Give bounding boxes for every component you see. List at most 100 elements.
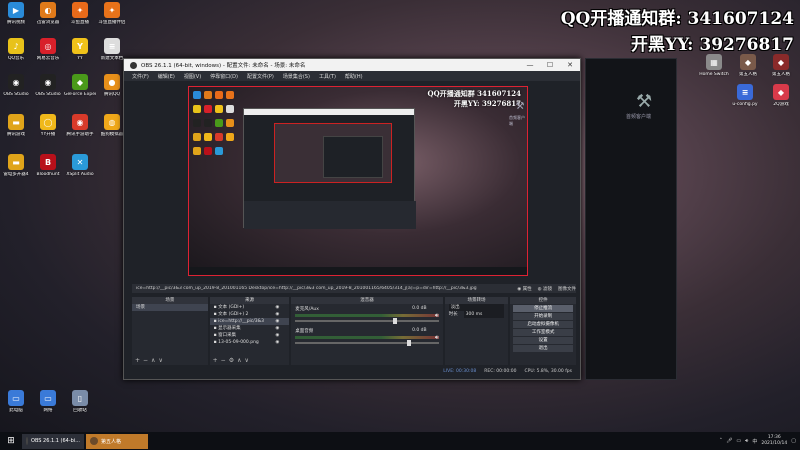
desktop-icon-label: XSplit Audio [66, 172, 94, 177]
desktop-icon[interactable]: ◆ 第五人格 [765, 54, 797, 77]
menu-item[interactable]: 场景集合(S) [283, 73, 310, 80]
desktop-icon-label: OBS Studio [35, 92, 61, 97]
menu-item[interactable]: 视图(V) [184, 73, 201, 80]
desktop-icon[interactable]: B Bloodhunt [32, 154, 64, 177]
obs-preview[interactable]: QQ开播通知群 341607124 开黑YY: 39276817 ⚒ 首频客户端 [188, 86, 528, 276]
speaker-icon[interactable]: 🔊︎ [435, 334, 439, 342]
eye-icon[interactable]: ◉ [275, 311, 279, 318]
background-client-window[interactable]: ⚒ 首频客户端 [585, 58, 677, 380]
preview-desktop-icon [193, 91, 201, 99]
chevron-up-icon[interactable]: ˄ [720, 438, 723, 444]
source-item[interactable]: ▪ 文本 (GDI+) ◉ [210, 304, 290, 311]
preview-desktop-icon [226, 119, 234, 127]
eye-icon[interactable]: ◉ [275, 304, 279, 311]
microphone-icon[interactable]: 🎤︎ [726, 438, 732, 444]
speaker-icon[interactable]: 🔊︎ [435, 312, 439, 320]
desktop-icon[interactable]: ◉ OBS Studio [0, 74, 32, 97]
eye-icon[interactable]: ◉ [275, 325, 279, 332]
network-icon[interactable]: ▭ [736, 438, 741, 444]
desktop-icon[interactable]: ◉ 腾讯手游助手 [64, 114, 96, 137]
windows-start-icon[interactable]: ⊞ [0, 432, 22, 450]
desktop-icon[interactable]: ▬ 雷电多开器4 [0, 154, 32, 177]
desktop-icon-label: 斗鱼直播 [71, 20, 89, 25]
control-button[interactable]: 设置 [513, 337, 574, 344]
desktop-icon[interactable]: ▭ 此电脑 [0, 390, 32, 413]
source-item[interactable]: ▪ 13-05-09-000.png ◉ [210, 339, 290, 346]
mixer-title: 混音器 [291, 297, 443, 304]
desktop-icon[interactable]: ◉ OBS Studio [32, 74, 64, 97]
image-file-label: 图像文件 [558, 286, 576, 292]
source-item[interactable]: ▪ ice=http://__pic/3&3 ◉ [209, 318, 290, 325]
menu-item[interactable]: 工具(T) [319, 73, 336, 80]
control-button[interactable]: 启动虚拟摄像机 [513, 321, 574, 328]
desktop-icon[interactable]: ▶ 腾讯视频 [0, 2, 32, 25]
eye-icon[interactable]: ◉ [275, 332, 279, 339]
menu-item[interactable]: 帮助(H) [345, 73, 363, 80]
volume-icon[interactable]: 🔊︎ [745, 438, 748, 444]
maximize-icon[interactable]: ☐ [540, 61, 560, 69]
control-button[interactable]: 停止推流 [513, 305, 574, 312]
ime-icon[interactable]: 中 [752, 438, 757, 445]
desktop-icon[interactable]: ▬ 腾讯游戏 [0, 114, 32, 137]
volume-slider[interactable] [295, 340, 439, 346]
source-item[interactable]: ▪ 显示器采集 ◉ [210, 325, 290, 332]
obs-window-title: OBS 26.1.1 (64-bit, windows) - 配置文件: 未命名… [141, 63, 306, 69]
properties-button[interactable]: ◉ 属性 [517, 286, 531, 292]
menu-item[interactable]: 文件(F) [132, 73, 149, 80]
volume-knob[interactable] [392, 318, 397, 324]
menu-item[interactable]: 配置文件(P) [247, 73, 274, 80]
source-label: ice=http://__pic/3&3 [218, 319, 265, 324]
desktop-icon[interactable]: ▯ 回收站 [64, 390, 96, 413]
mixer-db: 0.0 dB [412, 328, 427, 333]
scenes-controls[interactable]: +−∧∨ [135, 357, 166, 364]
control-button[interactable]: 工作室模式 [513, 329, 574, 336]
folder-icon: ▬ [8, 114, 24, 130]
desktop-icon[interactable]: ▭ 网络 [32, 390, 64, 413]
scenes-title: 场景 [132, 297, 208, 304]
volume-slider[interactable] [295, 318, 439, 324]
scene-item[interactable]: 场景 [132, 304, 208, 311]
minimize-icon[interactable]: — [520, 61, 540, 69]
source-item[interactable]: ▪ 窗口采集 ◉ [210, 332, 290, 339]
menu-item[interactable]: 编辑(E) [158, 73, 175, 80]
desktop-icon[interactable]: ▦ Home Switch [698, 54, 730, 77]
obs-statusbar: LIVE: 00:30:08 REC: 00:00:00 CPU: 5.8%, … [132, 367, 576, 376]
eye-icon[interactable]: ◉ [275, 318, 279, 325]
desktop-icon[interactable]: ◐ 迅雷浏览器 [32, 2, 64, 25]
preview-desktop-icon [215, 105, 223, 113]
desktop-icon[interactable]: Y YY [64, 38, 96, 61]
volume-knob[interactable] [407, 340, 412, 346]
control-button[interactable]: 开始录制 [513, 313, 574, 320]
source-item[interactable]: ▪ 文本 (GDI+) 2 ◉ [210, 311, 290, 318]
control-button[interactable]: 退出 [513, 345, 574, 352]
desktop-icon[interactable]: ◆ 第五人格 [732, 54, 764, 77]
sources-controls[interactable]: +−⚙∧∨ [213, 357, 252, 364]
obs-titlebar[interactable]: OBS 26.1.1 (64-bit, windows) - 配置文件: 未命名… [124, 59, 580, 71]
desktop-icon[interactable]: ✦ 斗鱼直播伴侣 [96, 2, 128, 25]
desktop-icon[interactable]: ◎ 网易云音乐 [32, 38, 64, 61]
notification-icon[interactable]: ▢ [791, 438, 796, 444]
desktop-icon[interactable]: ✦ 斗鱼直播 [64, 2, 96, 25]
desktop-icon[interactable]: ◆ 2Q游戏 [765, 84, 797, 107]
menu-item[interactable]: 停靠窗口(D) [210, 73, 238, 80]
close-icon[interactable]: ✕ [560, 61, 580, 69]
preview-desktop-icon [215, 133, 223, 141]
desktop-icon[interactable]: ◆ GeForce Experience [64, 74, 96, 97]
desktop-icon[interactable]: ♪ QQ音乐 [0, 38, 32, 61]
desktop-icon[interactable]: ≡ u-config.py [729, 84, 761, 107]
desktop-icon-label: Bloodhunt [36, 172, 60, 177]
cpu-status: CPU: 5.8%, 30.00 fps [524, 369, 573, 374]
source-label: 文本 (GDI+) 2 [218, 312, 249, 317]
bloodhunt-icon: B [40, 154, 56, 170]
source-url: ice=http://__pic/3&3 com_up_2019-8_20100… [136, 286, 477, 291]
filters-button[interactable]: ◍ 滤镜 [538, 286, 552, 292]
taskbar-second-app[interactable]: 第五人格 [86, 433, 148, 449]
duration-field[interactable]: 300 ms [463, 311, 505, 318]
eye-icon[interactable]: ◉ [275, 339, 279, 346]
obs-window[interactable]: OBS 26.1.1 (64-bit, windows) - 配置文件: 未命名… [123, 58, 581, 380]
desktop-icon[interactable]: ◯ YY开播 [32, 114, 64, 137]
transition-select[interactable]: 淡出 [448, 304, 505, 311]
clock[interactable]: 17:36 2021/10/14 [761, 435, 787, 447]
desktop-icon[interactable]: ✕ XSplit Audio [64, 154, 96, 177]
taskbar-obs[interactable]: OBS 26.1.1 (64-bi... [22, 433, 84, 449]
